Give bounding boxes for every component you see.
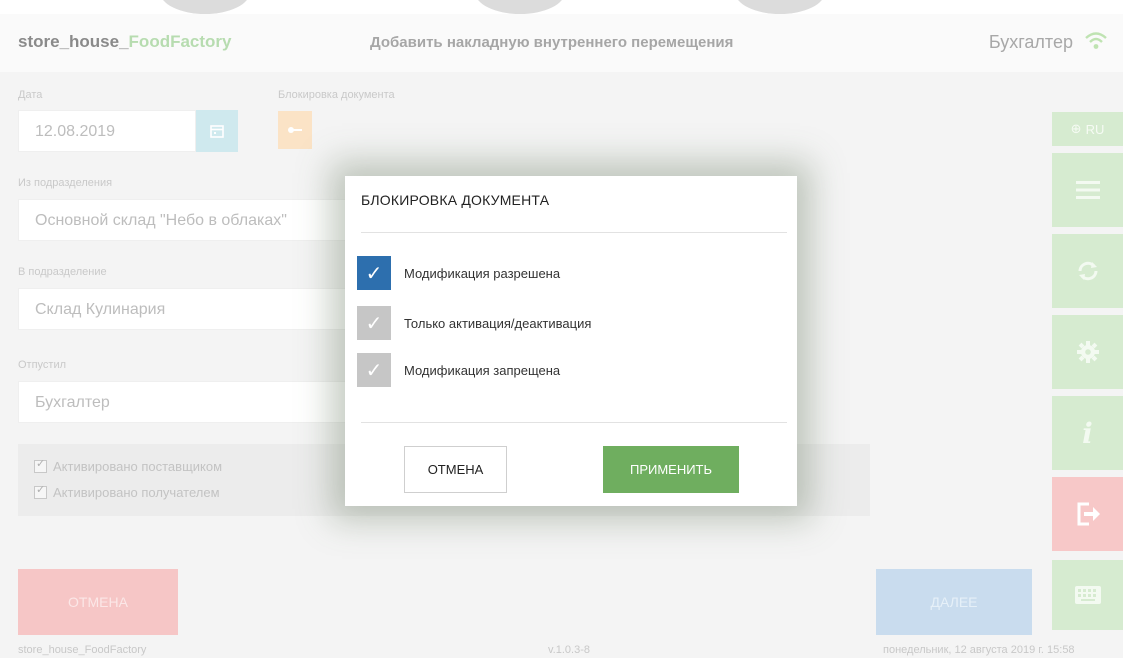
option-label: Модификация запрещена — [404, 362, 561, 378]
dialog-title: БЛОКИРОВКА ДОКУМЕНТА — [361, 192, 550, 208]
dialog-divider — [361, 232, 787, 233]
modal-overlay: БЛОКИРОВКА ДОКУМЕНТА ✓ Модификация разре… — [0, 0, 1123, 658]
option-label: Модификация разрешена — [404, 265, 561, 281]
lock-document-dialog: БЛОКИРОВКА ДОКУМЕНТА ✓ Модификация разре… — [345, 176, 797, 506]
dialog-divider — [361, 422, 787, 423]
option-activation-only[interactable]: ✓ Только активация/деактивация — [357, 306, 591, 340]
checkbox-checked-icon: ✓ — [357, 256, 391, 290]
option-modification-forbidden[interactable]: ✓ Модификация запрещена — [357, 353, 560, 387]
dialog-apply-button[interactable]: ПРИМЕНИТЬ — [603, 446, 739, 493]
checkbox-unchecked-icon: ✓ — [357, 306, 391, 340]
checkbox-unchecked-icon: ✓ — [357, 353, 391, 387]
option-label: Только активация/деактивация — [404, 315, 592, 331]
dialog-cancel-button[interactable]: ОТМЕНА — [404, 446, 507, 493]
option-modification-allowed[interactable]: ✓ Модификация разрешена — [357, 256, 560, 290]
